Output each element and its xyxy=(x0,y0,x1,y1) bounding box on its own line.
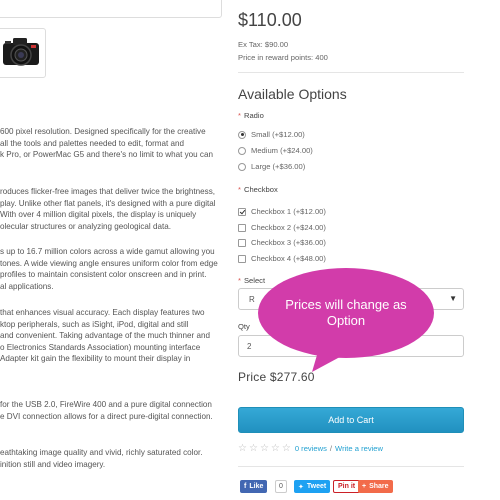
divider xyxy=(238,72,464,73)
checkbox[interactable] xyxy=(238,254,246,263)
facebook-icon: f xyxy=(244,483,247,490)
checkbox-option-label: Checkbox 2 (+$24.00) xyxy=(251,223,326,232)
description-line: e DVI connection allows for a direct pur… xyxy=(0,411,213,421)
description-line: eathtaking image quality and vivid, rich… xyxy=(0,448,203,457)
add-to-cart-button[interactable]: Add to Cart xyxy=(238,407,464,433)
checkbox[interactable] xyxy=(238,238,246,247)
description-paragraph: 600 pixel resolution. Designed specifica… xyxy=(0,126,213,161)
description-paragraph: roduces flicker-free images that deliver… xyxy=(0,186,216,232)
description-line: s up to 16.7 million colors across a wid… xyxy=(0,247,215,256)
write-review-link[interactable]: Write a review xyxy=(335,444,383,453)
checkbox-group-label: * Checkbox xyxy=(238,185,278,194)
checkbox-option-label: Checkbox 1 (+$12.00) xyxy=(251,207,326,216)
checkbox-option-label: Checkbox 4 (+$48.00) xyxy=(251,254,326,263)
description-paragraph: for the USB 2.0, FireWire 400 and a pure… xyxy=(0,399,213,422)
description-line: k Pro, or PowerMac G5 and there's no lim… xyxy=(0,150,213,160)
description-paragraph: s up to 16.7 million colors across a wid… xyxy=(0,246,218,292)
total-price: Price $277.60 xyxy=(238,370,315,384)
description-line: With over 4 million digital pixels, the … xyxy=(0,210,197,220)
description-line: for the USB 2.0, FireWire 400 and a pure… xyxy=(0,400,212,409)
pinterest-button[interactable]: Pin it xyxy=(333,480,361,493)
star-icon[interactable]: ☆ xyxy=(282,443,291,454)
radio-option[interactable]: Small (+$12.00) xyxy=(238,130,305,139)
reward-points: Price in reward points: 400 xyxy=(238,53,328,62)
price-callout: Prices will change as Option xyxy=(258,268,434,358)
product-thumbnail[interactable] xyxy=(0,28,46,78)
ex-tax: Ex Tax: $90.00 xyxy=(238,40,289,49)
divider xyxy=(238,466,464,467)
main-image-frame[interactable] xyxy=(0,0,222,18)
facebook-like-button[interactable]: f Like xyxy=(240,480,268,493)
description-line: tones. A wide viewing angle ensures unif… xyxy=(0,258,218,268)
star-icon[interactable]: ☆ xyxy=(249,443,258,454)
share-plus-icon: + xyxy=(362,483,367,490)
description-line: Adapter kit gain the flexibility to moun… xyxy=(0,354,191,364)
checkbox-option[interactable]: Checkbox 1 (+$12.00) xyxy=(238,207,326,216)
radio-option-label: Small (+$12.00) xyxy=(251,130,305,139)
product-price: $110.00 xyxy=(238,10,302,30)
description-line: profiles to maintain consistent color on… xyxy=(0,270,207,280)
radio-button[interactable] xyxy=(238,162,246,171)
description-line: all the tools and palettes needed to edi… xyxy=(0,138,185,148)
checkbox-option[interactable]: Checkbox 2 (+$24.00) xyxy=(238,223,326,232)
review-separator: / xyxy=(329,444,333,453)
camera-icon xyxy=(3,38,39,66)
description-line: inition still and video imagery. xyxy=(0,459,106,469)
radio-option[interactable]: Large (+$36.00) xyxy=(238,162,305,171)
checkbox-option[interactable]: Checkbox 3 (+$36.00) xyxy=(238,238,326,247)
checkbox[interactable] xyxy=(238,207,246,216)
radio-button[interactable] xyxy=(238,130,246,139)
select-label: * Select xyxy=(238,276,266,285)
share-button[interactable]: + Share xyxy=(358,480,393,493)
description-paragraph: that enhances visual accuracy. Each disp… xyxy=(0,307,210,365)
chevron-down-icon: ▼ xyxy=(449,294,457,303)
description-line: that enhances visual accuracy. Each disp… xyxy=(0,308,205,317)
options-heading: Available Options xyxy=(238,86,347,102)
star-icon[interactable]: ☆ xyxy=(260,443,269,454)
star-icon[interactable]: ☆ xyxy=(238,443,247,454)
rating-row: ☆ ☆ ☆ ☆ ☆ 0 reviews / Write a review xyxy=(238,443,383,454)
description-line: ktop peripherals, such as iSight, iPod, … xyxy=(0,319,189,329)
reviews-link[interactable]: 0 reviews xyxy=(295,444,327,453)
checkbox-option-label: Checkbox 3 (+$36.00) xyxy=(251,238,326,247)
qty-label: Qty xyxy=(238,322,250,331)
description-line: roduces flicker-free images that deliver… xyxy=(0,187,216,196)
description-line: olecular structures or analyzing geologi… xyxy=(0,221,171,231)
description-paragraph: eathtaking image quality and vivid, rich… xyxy=(0,447,202,470)
description-line: play. Unlike other flat panels, it's des… xyxy=(0,198,216,208)
tweet-button[interactable]: ✦ Tweet xyxy=(294,480,331,493)
description-line: and convenient. Taking advantage of the … xyxy=(0,331,210,341)
like-count: 0 xyxy=(275,480,287,493)
radio-group-label: * Radio xyxy=(238,111,264,120)
radio-option[interactable]: Medium (+$24.00) xyxy=(238,146,313,155)
radio-option-label: Large (+$36.00) xyxy=(251,162,306,171)
description-line: o Electronics Standards Association) mou… xyxy=(0,342,201,352)
radio-option-label: Medium (+$24.00) xyxy=(251,146,313,155)
description-line: 600 pixel resolution. Designed specifica… xyxy=(0,127,206,136)
twitter-icon: ✦ xyxy=(298,483,304,491)
description-line: al applications. xyxy=(0,281,54,291)
checkbox-option[interactable]: Checkbox 4 (+$48.00) xyxy=(238,254,326,263)
checkbox[interactable] xyxy=(238,223,246,232)
radio-button[interactable] xyxy=(238,146,246,155)
star-icon[interactable]: ☆ xyxy=(271,443,280,454)
